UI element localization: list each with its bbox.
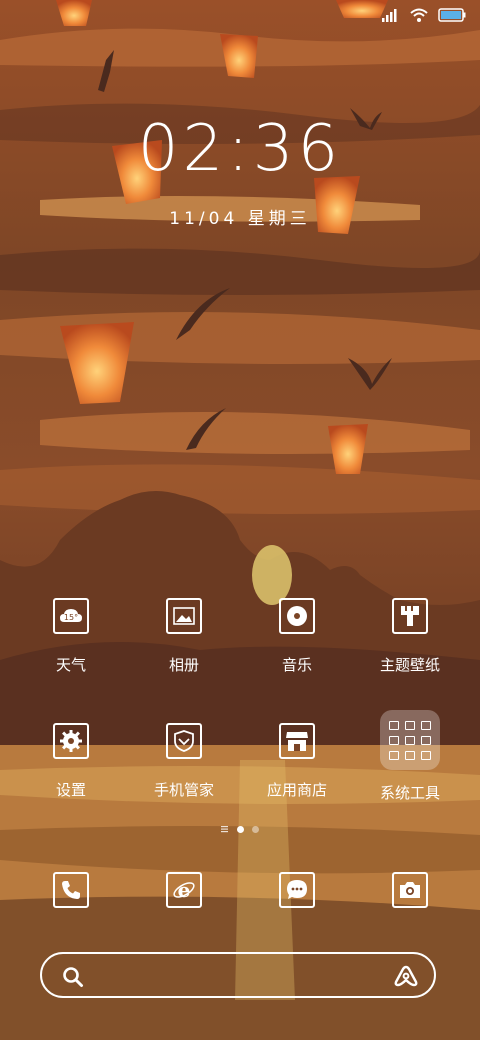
app-label: 应用商店: [266, 781, 327, 799]
app-label: 手机管家: [153, 781, 214, 799]
store-icon: [279, 723, 315, 759]
folder-icon: [380, 710, 440, 770]
app-label: 系统工具: [379, 784, 440, 802]
search-bar[interactable]: [40, 952, 436, 998]
page-indicator: [0, 825, 480, 833]
app-weather[interactable]: 15° 天气: [21, 598, 121, 675]
messages-icon[interactable]: [279, 872, 315, 908]
app-theme[interactable]: 主题壁纸: [360, 598, 460, 675]
status-bar: [382, 8, 466, 22]
page-dot-active[interactable]: [237, 825, 244, 833]
camera-icon[interactable]: [392, 872, 428, 908]
theme-icon: [392, 598, 428, 634]
app-label: 主题壁纸: [379, 656, 440, 674]
app-music[interactable]: 音乐: [247, 598, 347, 675]
date: 11/04 星期三: [169, 209, 311, 229]
page-dot[interactable]: [252, 825, 259, 833]
app-settings[interactable]: 设置: [21, 723, 121, 800]
app-store[interactable]: 应用商店: [247, 723, 347, 800]
app-folder-system-tools[interactable]: 系统工具: [360, 710, 460, 803]
phone-icon[interactable]: [53, 872, 89, 908]
settings-icon: [53, 723, 89, 759]
clock: 02:36: [137, 112, 343, 186]
svg-text:15°: 15°: [64, 613, 78, 622]
app-label: 设置: [55, 781, 86, 799]
svg-text:e: e: [178, 878, 191, 902]
gallery-icon: [166, 598, 202, 634]
security-icon: [166, 723, 202, 759]
wifi-icon: [410, 8, 428, 22]
app-label: 相册: [168, 656, 199, 674]
weather-icon: 15°: [53, 598, 89, 634]
browser-icon[interactable]: e: [166, 872, 202, 908]
menu-lines-icon: [221, 826, 228, 833]
app-gallery[interactable]: 相册: [134, 598, 234, 675]
app-security[interactable]: 手机管家: [134, 723, 234, 800]
battery-icon: [438, 8, 466, 22]
search-icon[interactable]: [62, 966, 84, 988]
app-label: 音乐: [281, 656, 312, 674]
assistant-icon[interactable]: [392, 964, 420, 988]
app-label: 天气: [55, 656, 86, 674]
signal-icon: [382, 9, 397, 22]
music-icon: [279, 598, 315, 634]
